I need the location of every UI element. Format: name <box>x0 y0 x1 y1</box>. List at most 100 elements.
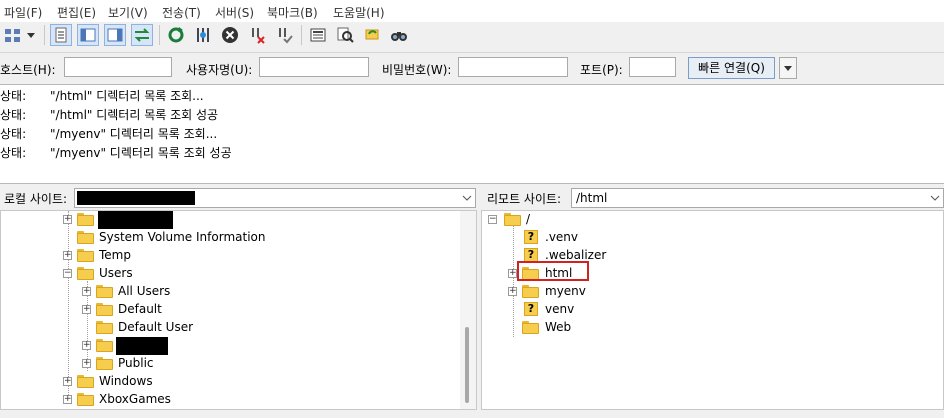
toolbar-separator <box>159 25 160 45</box>
folder-label: venv <box>545 302 575 316</box>
folder-icon <box>77 375 94 388</box>
toggle-queue-icon[interactable] <box>131 24 153 46</box>
menu-edit[interactable]: 편집(E) <box>57 4 96 21</box>
quickconnect-button[interactable]: 빠른 연결(Q) <box>688 57 775 79</box>
menu-server[interactable]: 서버(S) <box>215 4 254 21</box>
password-input[interactable] <box>458 57 568 77</box>
folder-icon <box>96 303 113 316</box>
log-status-label: 상태: <box>0 89 27 103</box>
toolbar-separator <box>301 25 302 45</box>
expand-icon[interactable]: + <box>508 269 517 278</box>
expand-icon[interactable]: + <box>63 395 72 404</box>
tree-guide <box>513 225 514 337</box>
pane-splitter[interactable] <box>477 186 481 418</box>
menu-help[interactable]: 도움말(H) <box>333 4 385 21</box>
folder-icon <box>96 357 113 370</box>
menu-file[interactable]: 파일(F) <box>4 4 42 21</box>
folder-icon <box>504 213 521 226</box>
local-tree-scrollbar[interactable] <box>460 211 476 409</box>
menu-view[interactable]: 보기(V) <box>108 4 148 21</box>
refresh-icon[interactable] <box>165 24 187 46</box>
compare-icon[interactable] <box>334 24 356 46</box>
folder-label: .webalizer <box>545 248 607 262</box>
folder-icon <box>77 393 94 406</box>
expand-icon[interactable]: + <box>82 359 91 368</box>
folder-label: / <box>526 212 531 226</box>
folder-label: Users <box>99 266 133 280</box>
filter-icon[interactable] <box>307 24 329 46</box>
username-input[interactable] <box>259 57 369 77</box>
cancel-icon[interactable] <box>219 24 241 46</box>
username-label: 사용자명(U): <box>186 63 253 77</box>
tree-guide <box>68 211 69 403</box>
remote-path-text: /html <box>576 191 608 205</box>
reconnect-icon[interactable] <box>273 24 295 46</box>
local-path-input[interactable] <box>74 188 476 208</box>
host-input[interactable] <box>64 57 172 77</box>
expand-icon[interactable]: + <box>63 251 72 260</box>
chevron-down-icon[interactable] <box>462 194 472 202</box>
folder-label: .venv <box>545 230 579 244</box>
expand-icon[interactable]: + <box>63 377 72 386</box>
toolbar <box>0 22 944 50</box>
folder-label: System Volume Information <box>99 230 266 244</box>
log-message: "/myenv" 디렉터리 목록 조회 성공 <box>50 146 232 160</box>
quickconnect-dropdown-button[interactable] <box>779 57 797 79</box>
folder-label: Windows <box>99 374 153 388</box>
dropdown-arrow-icon[interactable] <box>24 24 38 46</box>
unknown-folder-icon: ? <box>524 248 538 262</box>
redacted-folder-name <box>98 211 173 229</box>
expand-icon[interactable]: + <box>82 287 91 296</box>
folder-icon <box>522 285 539 298</box>
folder-icon <box>77 213 94 226</box>
toolbar-separator <box>44 25 45 45</box>
expand-icon[interactable]: + <box>508 287 517 296</box>
folder-label: myenv <box>545 284 586 298</box>
expand-icon[interactable]: + <box>82 305 91 314</box>
menu-transfer[interactable]: 전송(T) <box>162 4 201 21</box>
log-status-label: 상태: <box>0 108 27 122</box>
port-label: 포트(P): <box>580 63 623 77</box>
remote-site-label: 리모트 사이트: <box>487 192 562 206</box>
folder-label: Web <box>545 320 572 334</box>
quickconnect-bar: 호스트(H): 사용자명(U): 비밀번호(W): 포트(P): 빠른 연결(Q… <box>0 52 944 83</box>
remote-directory-tree[interactable]: − / ? .venv ? .webalizer + html + myenv … <box>481 210 944 410</box>
redacted-folder-name <box>116 337 168 355</box>
folder-icon <box>77 231 94 244</box>
port-input[interactable] <box>629 57 676 77</box>
menu-bar: 파일(F) 편집(E) 보기(V) 전송(T) 서버(S) 북마크(B) 도움말… <box>0 0 944 22</box>
local-site-label: 로컬 사이트: <box>4 192 68 206</box>
sync-browse-icon[interactable] <box>361 24 383 46</box>
remote-site-header: 리모트 사이트: /html <box>481 186 944 210</box>
process-queue-icon[interactable] <box>192 24 214 46</box>
folder-icon <box>96 285 113 298</box>
toggle-local-tree-icon[interactable] <box>77 24 99 46</box>
disconnect-icon[interactable] <box>246 24 268 46</box>
folder-icon <box>522 321 539 334</box>
folder-icon <box>96 321 113 334</box>
folder-label: XboxGames <box>99 392 171 406</box>
log-message: "/html" 디렉터리 목록 조회... <box>50 89 204 103</box>
chevron-down-icon[interactable] <box>930 194 940 202</box>
message-log[interactable]: 상태: "/html" 디렉터리 목록 조회... 상태: "/html" 디렉… <box>0 84 944 184</box>
collapse-icon[interactable]: − <box>63 269 72 278</box>
remote-path-input[interactable]: /html <box>571 188 944 208</box>
folder-icon <box>96 339 113 352</box>
toggle-remote-tree-icon[interactable] <box>104 24 126 46</box>
unknown-folder-icon: ? <box>524 302 538 316</box>
expand-icon[interactable]: + <box>63 215 72 224</box>
expand-icon[interactable]: + <box>82 341 91 350</box>
collapse-icon[interactable]: − <box>488 215 497 224</box>
unknown-folder-icon: ? <box>524 230 538 244</box>
scrollbar-thumb[interactable] <box>465 327 469 403</box>
local-site-header: 로컬 사이트: <box>0 186 476 210</box>
redacted-path <box>77 191 195 205</box>
log-message: "/myenv" 디렉터리 목록 조회... <box>50 127 218 141</box>
folder-label: All Users <box>118 284 171 298</box>
local-directory-tree[interactable]: + System Volume Information + Temp − Use… <box>0 210 477 410</box>
folder-label: Default User <box>118 320 194 334</box>
toggle-log-icon[interactable] <box>50 24 72 46</box>
menu-bookmarks[interactable]: 북마크(B) <box>267 4 318 21</box>
search-icon[interactable] <box>388 24 410 46</box>
site-manager-icon[interactable] <box>2 24 24 46</box>
